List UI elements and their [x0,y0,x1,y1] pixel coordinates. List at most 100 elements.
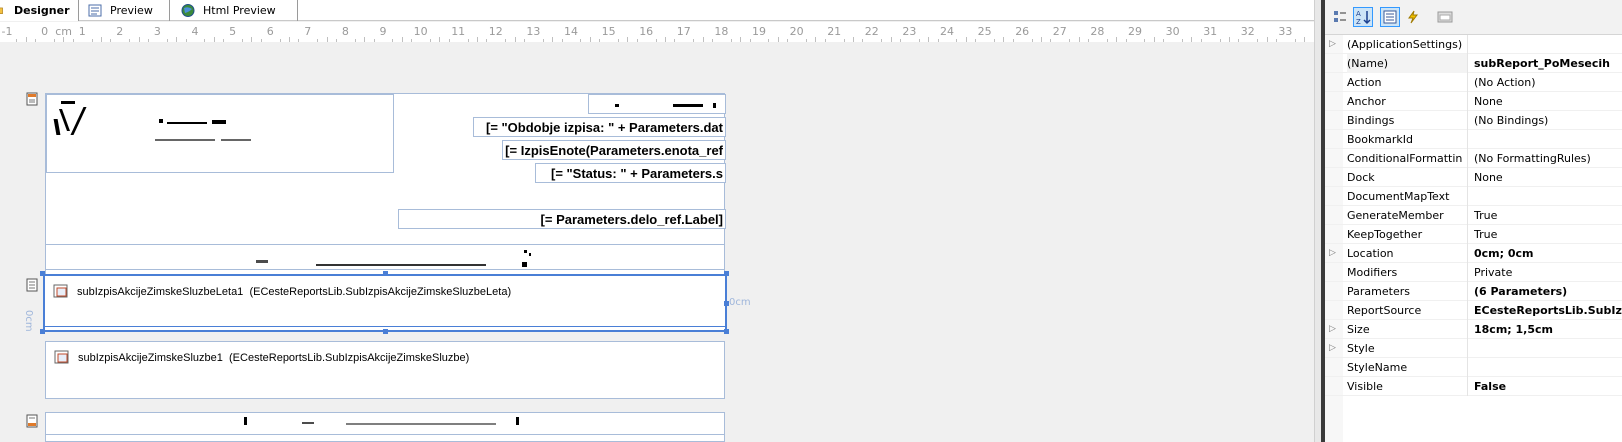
preview-icon [88,4,102,17]
property-row[interactable]: DocumentMapText [1325,187,1622,206]
subreport-icon [53,284,68,298]
ruler-tick-label: 32 [1240,25,1255,38]
period-expression-field[interactable]: [= "Obdobje izpisa: " + Parameters.dat [473,117,726,137]
property-row[interactable]: Bindings (No Bindings) [1325,111,1622,130]
property-row[interactable]: ▷ (ApplicationSettings) [1325,35,1622,54]
property-value[interactable] [1474,358,1622,377]
sort-az-icon: AZ [1356,10,1371,25]
property-value[interactable]: None [1474,168,1622,187]
property-value[interactable]: None [1474,92,1622,111]
page-footer-band-icon [26,414,38,428]
company-name-field[interactable] [588,94,726,114]
column-header-row[interactable] [46,244,724,270]
property-value[interactable] [1474,35,1622,54]
resize-handle-br[interactable] [724,329,729,334]
property-value[interactable]: (No Action) [1474,73,1622,92]
footer-text-row[interactable] [46,413,724,435]
resize-handle-bl[interactable] [40,329,45,334]
designer-vertical-scrollbar[interactable] [1314,0,1321,442]
ruler-tick-label: -1 [1,25,13,38]
unit-expression-field[interactable]: [= IzpisEnote(Parameters.enota_ref [502,140,726,160]
property-value[interactable]: subReport_PoMesecih [1474,54,1622,73]
report-designer[interactable]: Designer Preview Html Preview -1 0 1 2 3 4 5 6 7… [0,0,1321,442]
property-value[interactable]: 0cm; 0cm [1474,244,1622,263]
ruler-tick-label: 7 [304,25,312,38]
events-button[interactable] [1403,7,1423,27]
property-name: Parameters [1347,282,1468,301]
expand-arrow-icon[interactable]: ▷ [1329,39,1339,49]
tab-preview[interactable]: Preview [80,0,170,21]
expand-arrow-icon[interactable]: ▷ [1329,248,1339,258]
property-value[interactable]: False [1474,377,1622,396]
property-row[interactable]: Parameters (6 Parameters) [1325,282,1622,301]
property-value[interactable]: 18cm; 1,5cm [1474,320,1622,339]
property-row[interactable]: ReportSource ECesteReportsLib.SubIzpisA [1325,301,1622,320]
work-label-expression-field[interactable]: [= Parameters.delo_ref.Label] [398,209,726,229]
properties-view-button[interactable] [1380,7,1400,27]
property-value[interactable]: True [1474,225,1622,244]
alphabetical-button[interactable]: AZ [1353,7,1373,27]
ruler-tick-label: 8 [341,25,349,38]
property-row[interactable]: Dock None [1325,168,1622,187]
resize-handle-tr[interactable] [724,271,729,276]
property-row[interactable]: ▷ Location 0cm; 0cm [1325,244,1622,263]
svg-text:A: A [1356,10,1361,18]
report-canvas[interactable]: [= "Obdobje izpisa: " + Parameters.dat [… [0,42,1321,442]
property-name: (Name) [1347,54,1468,73]
property-value[interactable] [1474,339,1622,358]
property-value[interactable]: (6 Parameters) [1474,282,1622,301]
logo-picture-box[interactable] [46,94,394,173]
tab-html-preview[interactable]: Html Preview [171,0,298,21]
detail-band-icon [26,278,38,292]
property-row[interactable]: Action (No Action) [1325,73,1622,92]
property-row[interactable]: GenerateMember True [1325,206,1622,225]
properties-toolbar: AZ [1325,0,1622,35]
property-value[interactable]: ECesteReportsLib.SubIzpisA [1474,301,1622,320]
property-row[interactable]: Visible False [1325,377,1622,396]
page-header-band[interactable]: [= "Obdobje izpisa: " + Parameters.dat [… [45,93,726,289]
subreport-2[interactable]: subIzpisAkcijeZimskeSluzbe1 (ECesteRepor… [45,341,725,399]
property-row[interactable]: ConditionalFormattin (No FormattingRules) [1325,149,1622,168]
designer-tabs: Designer Preview Html Preview [0,0,1321,21]
property-row[interactable]: Modifiers Private [1325,263,1622,282]
ruler-tick-label: 26 [1015,25,1030,38]
expand-arrow-icon[interactable]: ▷ [1329,324,1339,334]
property-value[interactable]: (No FormattingRules) [1474,149,1622,168]
property-row[interactable]: KeepTogether True [1325,225,1622,244]
property-name: BookmarkId [1347,130,1468,149]
resize-handle-bm[interactable] [383,329,388,334]
ruler-tick-label: 23 [902,25,917,38]
property-value[interactable]: (No Bindings) [1474,111,1622,130]
page-footer-band[interactable] [45,412,725,442]
selected-subreport[interactable]: subIzpisAkcijeZimskeSluzbeLeta1 (ECesteR… [43,274,727,332]
property-row[interactable]: Anchor None [1325,92,1622,111]
categorized-button[interactable] [1330,7,1350,27]
expand-arrow-icon[interactable]: ▷ [1329,343,1339,353]
subreport-name: subIzpisAkcijeZimskeSluzbe1 [78,352,223,364]
ruler-tick-label: 31 [1203,25,1218,38]
property-row[interactable]: ▷ Size 18cm; 1,5cm [1325,320,1622,339]
property-value[interactable]: Private [1474,263,1622,282]
property-value[interactable]: True [1474,206,1622,225]
property-pages-button[interactable] [1435,7,1455,27]
property-row[interactable]: ▷ Style [1325,339,1622,358]
ruler-tick-label: 15 [601,25,616,38]
subreport-type: (ECesteReportsLib.SubIzpisAkcijeZimskeSl… [229,352,470,364]
property-value[interactable] [1474,187,1622,206]
ruler-tick-label: 33 [1278,25,1293,38]
ruler-tick-label: 6 [266,25,274,38]
property-name: Anchor [1347,92,1468,111]
ruler-tick-label: 4 [191,25,199,38]
property-row[interactable]: StyleName [1325,358,1622,377]
resize-handle-tm[interactable] [383,271,388,276]
resize-handle-tl[interactable] [40,271,45,276]
properties-panel[interactable]: AZ ▷ (ApplicationSettings) (Name) subReport… [1321,0,1622,442]
property-row[interactable]: BookmarkId [1325,130,1622,149]
property-name: Location [1347,244,1468,263]
ruler-tick-label: 24 [940,25,954,38]
status-expression-field[interactable]: [= "Status: " + Parameters.s [535,163,726,183]
tab-designer[interactable]: Designer [0,0,79,21]
property-row[interactable]: (Name) subReport_PoMesecih [1325,54,1622,73]
property-value[interactable] [1474,130,1622,149]
property-grid[interactable]: ▷ (ApplicationSettings) (Name) subReport_Po… [1325,35,1622,396]
